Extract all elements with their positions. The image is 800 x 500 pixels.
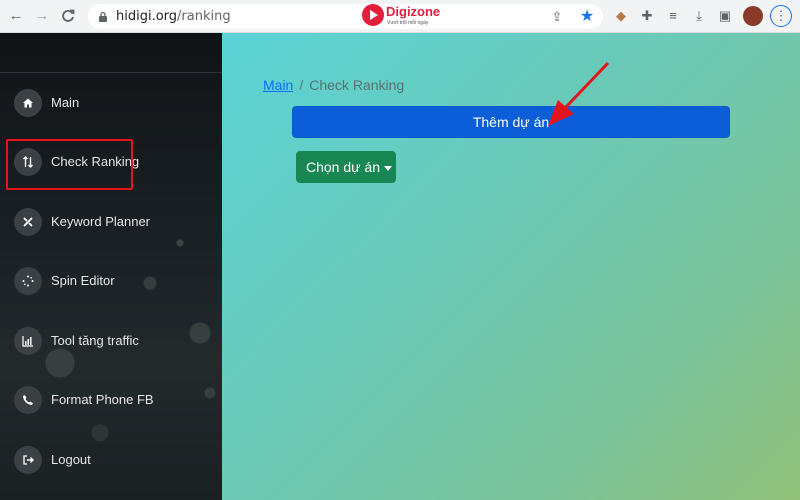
logout-icon [14, 446, 42, 474]
url-host: hidigi.org [116, 9, 178, 24]
watermark-logo: Digizone Vượt trội mỗi ngày [362, 2, 462, 30]
forward-icon[interactable]: → [32, 6, 52, 26]
select-project-label: Chọn dự án [306, 159, 380, 175]
logo-tagline: Vượt trội mỗi ngày [387, 20, 429, 26]
sidebar-item-label: Keyword Planner [51, 214, 150, 229]
sidebar-header [0, 33, 222, 73]
back-icon[interactable]: ← [6, 6, 26, 26]
sidebar-item-traffic-tool[interactable]: Tool tăng traffic [0, 321, 222, 361]
url-path: /ranking [177, 9, 231, 24]
sidebar-item-label: Main [51, 95, 80, 110]
lock-icon[interactable] [98, 11, 108, 22]
home-icon [14, 89, 42, 117]
tools-icon [14, 208, 42, 236]
bar-chart-icon [14, 327, 42, 355]
browser-toolbar: ← → hidigi.org/ranking ⇪ ★ ◆ ✚ ≡ ⤓ ▣ ⋮ D… [0, 0, 800, 33]
sidebar-item-format-phone[interactable]: Format Phone FB [0, 380, 222, 420]
logo-brand: Digizone [386, 4, 441, 19]
breadcrumb-current: Check Ranking [309, 77, 405, 93]
download-icon[interactable]: ⤓ [690, 7, 708, 25]
sidebar-item-main[interactable]: Main [0, 83, 222, 123]
phone-icon [14, 386, 42, 414]
sidebar-item-keyword-planner[interactable]: Keyword Planner [0, 202, 222, 242]
breadcrumb: Main / Check Ranking [263, 77, 404, 93]
sidebar: Main Check Ranking Keyword Planner Spin … [0, 33, 222, 500]
main-content: Main / Check Ranking Thêm dự án Chọn dự án [222, 33, 800, 500]
breadcrumb-separator: / [299, 77, 304, 93]
star-icon[interactable]: ★ [578, 8, 596, 26]
menu-icon[interactable]: ⋮ [770, 5, 792, 27]
sidebar-item-logout[interactable]: Logout [0, 440, 222, 480]
sidebar-item-spin-editor[interactable]: Spin Editor [0, 261, 222, 301]
annotation-highlight-box [6, 139, 133, 190]
url-text: hidigi.org/ranking [116, 9, 231, 24]
media-icon[interactable]: ≡ [664, 7, 682, 25]
puzzle-icon[interactable]: ✚ [638, 7, 656, 25]
extension-icon[interactable]: ◆ [612, 7, 630, 25]
sidebar-item-label: Format Phone FB [51, 392, 154, 407]
spinner-icon [14, 267, 42, 295]
profile-avatar[interactable] [743, 6, 763, 26]
address-bar[interactable]: hidigi.org/ranking ⇪ ★ [88, 4, 603, 29]
share-icon[interactable]: ⇪ [548, 8, 566, 26]
sidebar-item-label: Logout [51, 452, 91, 467]
breadcrumb-home-link[interactable]: Main [263, 77, 293, 93]
logo-play-icon [362, 4, 384, 26]
caret-down-icon [383, 165, 392, 171]
sidebar-item-label: Spin Editor [51, 273, 115, 288]
add-project-button[interactable]: Thêm dự án [292, 106, 730, 138]
select-project-dropdown[interactable]: Chọn dự án [296, 151, 396, 183]
reload-icon[interactable] [58, 6, 78, 26]
sidebar-item-label: Tool tăng traffic [51, 333, 139, 348]
sidepanel-icon[interactable]: ▣ [716, 7, 734, 25]
